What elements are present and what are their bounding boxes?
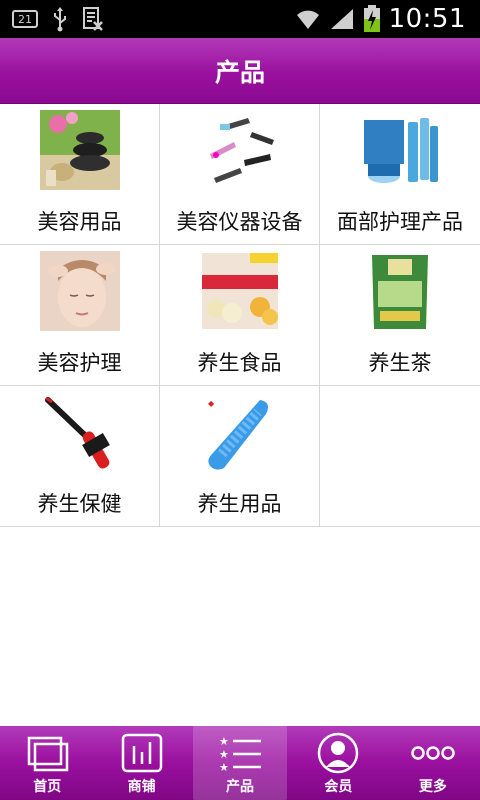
tea-package-image bbox=[360, 251, 440, 331]
usb-icon bbox=[54, 7, 66, 32]
battery-charging-icon bbox=[363, 5, 380, 32]
category-tile-beauty-care[interactable]: 美容护理 bbox=[0, 245, 160, 385]
nav-item-more[interactable]: 更多 bbox=[386, 726, 480, 800]
svg-text:◆: ◆ bbox=[208, 399, 215, 408]
category-label: 美容仪器设备 bbox=[176, 210, 303, 234]
category-tile-beauty-devices[interactable]: 美容仪器设备 bbox=[160, 104, 320, 244]
svg-text:★: ★ bbox=[219, 748, 229, 761]
nav-label: 商铺 bbox=[127, 779, 156, 795]
empty-tile bbox=[320, 386, 480, 526]
massage-hammer-image bbox=[40, 392, 120, 472]
svg-text:★: ★ bbox=[219, 761, 229, 773]
status-bar: 21 10:51 bbox=[0, 0, 480, 38]
category-label: 养生保健 bbox=[37, 492, 122, 516]
signal-icon bbox=[330, 9, 353, 29]
more-icon bbox=[411, 746, 455, 760]
category-label: 养生食品 bbox=[197, 351, 282, 375]
facial-massage-image bbox=[40, 251, 120, 331]
category-tile-facial-care[interactable]: 面部护理产品 bbox=[320, 104, 480, 244]
document-icon bbox=[83, 7, 103, 31]
nav-item-shop[interactable]: 商铺 bbox=[94, 726, 188, 800]
title-bar: 产品 bbox=[0, 38, 480, 104]
nav-item-home[interactable]: 首页 bbox=[0, 726, 94, 800]
list-icon: ★ ★ ★ bbox=[219, 735, 262, 773]
nav-item-member[interactable]: 会员 bbox=[291, 726, 385, 800]
wifi-icon bbox=[296, 10, 319, 29]
health-food-package-image bbox=[200, 251, 280, 331]
nav-label: 会员 bbox=[324, 779, 353, 795]
category-tile-health-care[interactable]: 养生保健 bbox=[0, 386, 160, 526]
grid-row: 养生保健 ◆ 养生用品 bbox=[0, 386, 480, 527]
massage-brush-image: ◆ bbox=[200, 392, 280, 472]
nav-label: 更多 bbox=[418, 779, 447, 795]
nav-item-products[interactable]: ★ ★ ★ 产品 bbox=[192, 726, 288, 800]
shop-icon bbox=[121, 733, 162, 773]
nav-label: 产品 bbox=[226, 779, 255, 795]
nav-label: 首页 bbox=[33, 779, 62, 795]
grid-row: 美容用品 美容仪器设备 面部护理产品 bbox=[0, 104, 480, 245]
category-label: 面部护理产品 bbox=[337, 210, 463, 234]
notification-badge: 21 bbox=[12, 10, 38, 28]
user-icon bbox=[318, 732, 359, 774]
category-tile-health-supplies[interactable]: ◆ 养生用品 bbox=[160, 386, 320, 526]
category-label: 美容护理 bbox=[37, 351, 122, 375]
category-tile-health-tea[interactable]: 养生茶 bbox=[320, 245, 480, 385]
category-grid: 美容用品 美容仪器设备 面部护理产品 美容护理 养生食品 养生茶 养生保健 ◆ … bbox=[0, 104, 480, 527]
svg-text:★: ★ bbox=[219, 735, 229, 748]
category-label: 养生茶 bbox=[368, 351, 432, 375]
page-title: 产品 bbox=[214, 57, 265, 87]
category-label: 养生用品 bbox=[197, 492, 282, 516]
clock: 10:51 bbox=[388, 4, 466, 34]
skincare-bottles-image bbox=[360, 110, 440, 190]
category-tile-health-food[interactable]: 养生食品 bbox=[160, 245, 320, 385]
grid-row: 美容护理 养生食品 养生茶 bbox=[0, 245, 480, 386]
bottom-navigation: 首页 商铺 ★ ★ ★ 产品 会员 更多 bbox=[0, 726, 480, 800]
spa-stones-image bbox=[40, 110, 120, 190]
beauty-devices-image bbox=[200, 110, 280, 190]
home-icon bbox=[27, 736, 69, 772]
category-tile-beauty-supplies[interactable]: 美容用品 bbox=[0, 104, 160, 244]
category-label: 美容用品 bbox=[37, 210, 122, 234]
